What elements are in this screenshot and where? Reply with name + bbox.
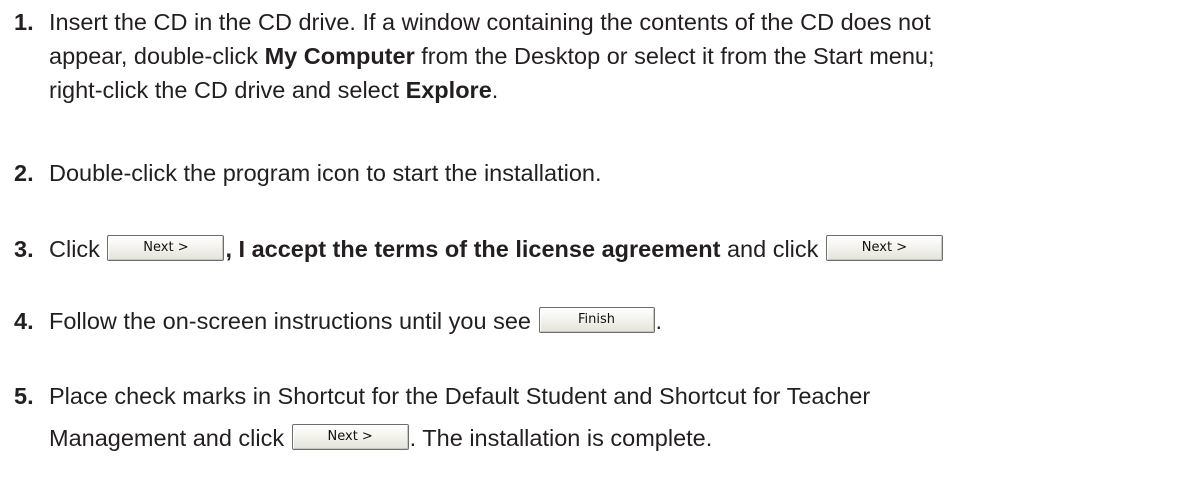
step-number: 2. (14, 160, 34, 186)
step-5-line-2: Management and click Next >. The install… (49, 421, 712, 455)
step-1-line-3: right-click the CD drive and select Expl… (49, 73, 498, 107)
next-button[interactable]: Next > (291, 424, 409, 450)
step-text: appear, double-click (49, 43, 265, 69)
next-button[interactable]: Next > (107, 235, 225, 261)
step-text: from the Desktop or select it from the S… (414, 43, 935, 69)
step-text: and click (720, 236, 825, 262)
step-text: Follow the on-screen instructions until … (49, 308, 538, 334)
step-3-text: Click Next >, I accept the terms of the … (49, 232, 944, 266)
step-text: Management and click (49, 425, 291, 451)
step-1-line-2: appear, double-click My Computer from th… (49, 39, 935, 73)
step-text: right-click the CD drive and select (49, 77, 406, 103)
accept-terms-label: , I accept the terms of the license agre… (225, 236, 721, 262)
finish-button[interactable]: Finish (538, 307, 655, 333)
step-5-line-1: Place check marks in Shortcut for the De… (49, 383, 871, 409)
step-number: 5. (14, 383, 34, 409)
step-text: . The installation is complete. (409, 425, 713, 451)
installation-steps: 1. Insert the CD in the CD drive. If a w… (0, 0, 1178, 484)
step-number: 4. (14, 308, 34, 334)
step-number: 1. (14, 9, 34, 35)
step-text: Click (49, 236, 107, 262)
explore-label: Explore (405, 77, 492, 103)
step-number: 3. (14, 236, 34, 262)
step-4-text: Follow the on-screen instructions until … (49, 304, 662, 338)
next-button[interactable]: Next > (825, 235, 943, 261)
step-2-text: Double-click the program icon to start t… (49, 160, 602, 186)
step-text: . (655, 308, 663, 334)
step-1-line-1: Insert the CD in the CD drive. If a wind… (49, 9, 931, 35)
step-text: . (491, 77, 499, 103)
my-computer-label: My Computer (264, 43, 415, 69)
